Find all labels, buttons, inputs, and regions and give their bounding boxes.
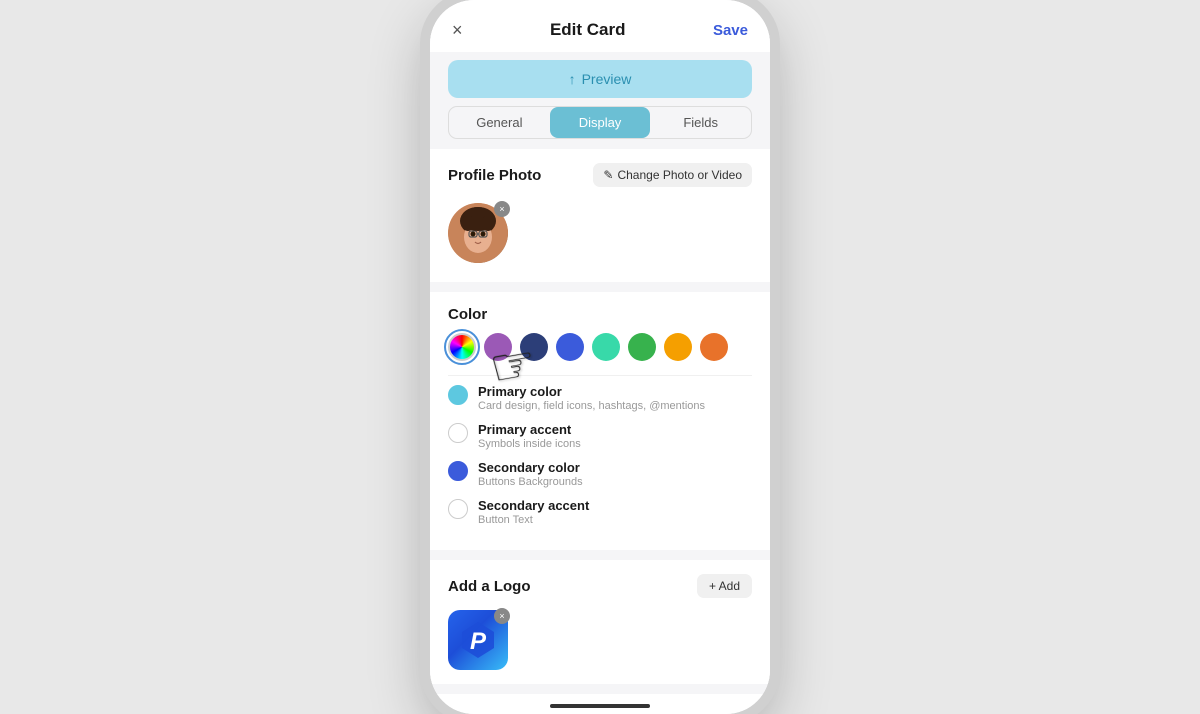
profile-photo-container: × [448,203,508,263]
svg-text:P: P [470,628,487,655]
swatch-purple[interactable] [484,333,512,361]
primary-accent-dot[interactable] [448,423,468,443]
photo-remove-button[interactable]: × [494,201,510,217]
logo-remove-button[interactable]: × [494,608,510,624]
phone-frame: × Edit Card Save ↑ Preview General Displ… [430,0,770,714]
secondary-color-desc: Buttons Backgrounds [478,476,583,488]
tab-fields[interactable]: Fields [650,107,751,138]
color-section-title: Color [448,306,752,323]
swatch-orange[interactable] [700,333,728,361]
color-section: Color Primary color Card des [430,292,770,550]
preview-button[interactable]: ↑ Preview [448,60,752,98]
logo-section-header: Add a Logo + Add [448,574,752,598]
primary-color-name: Primary color [478,384,705,399]
tabs-container: General Display Fields [448,106,752,139]
save-button[interactable]: Save [713,22,748,39]
phone-screen: × Edit Card Save ↑ Preview General Displ… [430,0,770,714]
swatch-navy[interactable] [520,333,548,361]
logo-section-title: Add a Logo [448,578,531,595]
secondary-accent-dot[interactable] [448,499,468,519]
preview-icon: ↑ [569,71,576,87]
tab-general[interactable]: General [449,107,550,138]
color-role-primary-accent: Primary accent Symbols inside icons [448,422,752,450]
color-role-secondary-accent: Secondary accent Button Text [448,498,752,526]
swatch-yellow[interactable] [664,333,692,361]
secondary-accent-name: Secondary accent [478,498,589,513]
secondary-accent-info: Secondary accent Button Text [478,498,589,526]
add-logo-button[interactable]: + Add [697,574,752,598]
primary-color-info: Primary color Card design, field icons, … [478,384,705,412]
secondary-accent-desc: Button Text [478,514,589,526]
secondary-color-dot[interactable] [448,461,468,481]
swatch-blue[interactable] [556,333,584,361]
primary-accent-name: Primary accent [478,422,581,437]
primary-accent-info: Primary accent Symbols inside icons [478,422,581,450]
change-photo-button[interactable]: ✎ Change Photo or Video [593,163,752,187]
primary-color-desc: Card design, field icons, hashtags, @men… [478,400,705,412]
primary-accent-desc: Symbols inside icons [478,438,581,450]
close-button[interactable]: × [452,21,463,39]
secondary-color-info: Secondary color Buttons Backgrounds [478,460,583,488]
color-role-primary: Primary color Card design, field icons, … [448,384,752,412]
profile-photo-title: Profile Photo [448,167,541,184]
primary-color-dot[interactable] [448,385,468,405]
swatch-rainbow[interactable] [448,333,476,361]
page-title: Edit Card [550,20,626,40]
profile-photo-header: Profile Photo ✎ Change Photo or Video [448,163,752,187]
home-indicator [430,694,770,714]
pencil-icon: ✎ [603,168,613,182]
home-bar [550,704,650,708]
swatch-green[interactable] [628,333,656,361]
logo-container: P × [448,610,508,670]
color-role-secondary: Secondary color Buttons Backgrounds [448,460,752,488]
header: × Edit Card Save [430,0,770,52]
swatch-teal[interactable] [592,333,620,361]
change-photo-label: Change Photo or Video [617,168,742,182]
tab-display[interactable]: Display [550,107,651,138]
logo-image: P [458,620,498,660]
preview-label: Preview [582,71,632,87]
secondary-color-name: Secondary color [478,460,583,475]
color-swatches [448,333,752,361]
logo-section: Add a Logo + Add P × [430,560,770,684]
profile-photo-section: Profile Photo ✎ Change Photo or Video [430,149,770,282]
